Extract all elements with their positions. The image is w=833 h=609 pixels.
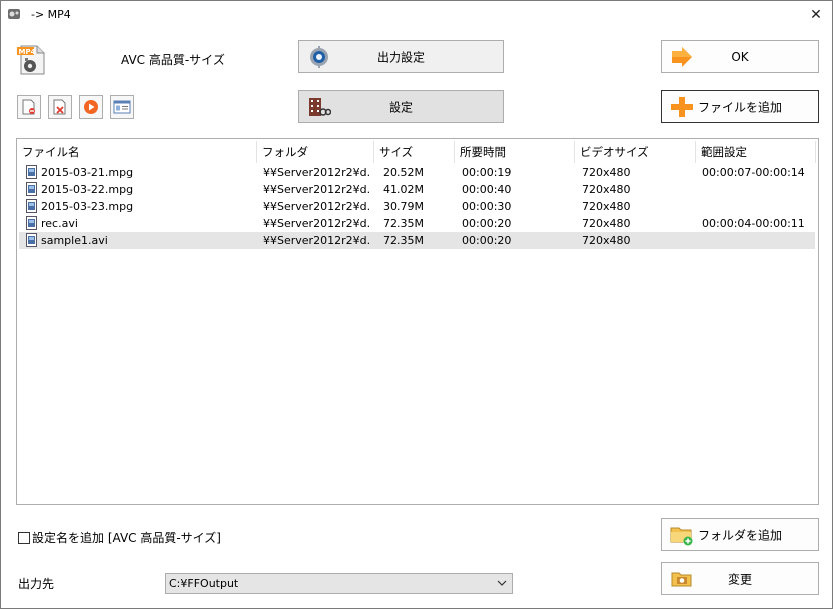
cell-video-size: 720x480 xyxy=(582,217,631,230)
cell-filename: rec.avi xyxy=(41,217,78,230)
cell-duration: 00:00:19 xyxy=(462,166,512,179)
add-folder-button[interactable]: フォルダを追加 xyxy=(661,518,819,551)
column-header-duration[interactable]: 所要時間 xyxy=(455,141,575,163)
column-header-size[interactable]: サイズ xyxy=(374,141,455,163)
cell-size: 30.79M xyxy=(383,200,424,213)
clear-list-icon xyxy=(53,99,66,115)
cell-folder: ¥¥Server2012r2¥d... xyxy=(263,166,371,179)
close-icon: ✕ xyxy=(810,7,822,23)
cell-duration: 00:00:20 xyxy=(462,234,512,247)
remove-item-icon xyxy=(22,99,35,115)
cell-folder: ¥¥Server2012r2¥d... xyxy=(263,200,371,213)
ok-label: OK xyxy=(731,49,749,64)
chevron-down-icon xyxy=(497,580,507,586)
cell-video-size: 720x480 xyxy=(582,183,631,196)
output-settings-label: 出力設定 xyxy=(376,50,425,64)
video-file-icon xyxy=(26,182,37,196)
cell-range: 00:00:07-00:00:14 xyxy=(702,166,805,179)
window-title: -> MP4 xyxy=(31,8,71,21)
cell-duration: 00:00:20 xyxy=(462,217,512,230)
cell-filename: 2015-03-23.mpg xyxy=(41,200,134,213)
output-settings-button[interactable]: 出力設定 xyxy=(298,40,504,73)
add-file-label: ファイルを追加 xyxy=(697,100,782,114)
title-bar: -> MP4 ✕ xyxy=(1,1,832,29)
file-list[interactable]: ファイル名 フォルダ サイズ 所要時間 ビデオサイズ 範囲設定 2015-03-… xyxy=(16,138,819,505)
remove-item-button[interactable] xyxy=(17,95,41,119)
cell-video-size: 720x480 xyxy=(582,166,631,179)
output-path-select[interactable]: C:¥FFOutput xyxy=(165,573,513,594)
cell-folder: ¥¥Server2012r2¥d... xyxy=(263,217,371,230)
change-button[interactable]: 変更 xyxy=(661,562,819,595)
cell-filename: 2015-03-21.mpg xyxy=(41,166,134,179)
change-label: 変更 xyxy=(727,572,752,586)
add-setting-name-checkbox[interactable] xyxy=(18,531,30,544)
clear-list-button[interactable] xyxy=(48,95,72,119)
cell-folder: ¥¥Server2012r2¥d... xyxy=(263,183,371,196)
column-header-filename[interactable]: ファイル名 xyxy=(17,141,257,163)
ok-button[interactable]: OK xyxy=(661,40,819,73)
cell-folder: ¥¥Server2012r2¥d... xyxy=(263,234,371,247)
cell-filename: sample1.avi xyxy=(41,234,108,247)
column-header-video-size[interactable]: ビデオサイズ xyxy=(575,141,696,163)
cell-size: 41.02M xyxy=(383,183,424,196)
cell-duration: 00:00:30 xyxy=(462,200,512,213)
cell-duration: 00:00:40 xyxy=(462,183,512,196)
column-header-range[interactable]: 範囲設定 xyxy=(696,141,816,163)
main-window: -> MP4 ✕ MP4 AVC 高品質-サイズ 出力設定 設定 OK ファイル… xyxy=(0,0,833,609)
cell-size: 72.35M xyxy=(383,217,424,230)
play-button[interactable] xyxy=(79,95,103,119)
table-row[interactable]: rec.avi ¥¥Server2012r2¥d... 72.35M 00:00:20… xyxy=(19,215,815,232)
cell-range: 00:00:04-00:00:11 xyxy=(702,217,805,230)
info-button[interactable] xyxy=(110,95,134,119)
cell-size: 72.35M xyxy=(383,234,424,247)
info-icon xyxy=(113,100,131,114)
video-file-icon xyxy=(26,199,37,213)
list-header: ファイル名 フォルダ サイズ 所要時間 ビデオサイズ 範囲設定 xyxy=(17,141,818,163)
cell-range xyxy=(702,198,815,215)
settings-label: 設定 xyxy=(388,100,413,114)
video-file-icon xyxy=(26,165,37,179)
output-destination-label: 出力先 xyxy=(18,577,55,591)
cell-filename: 2015-03-22.mpg xyxy=(41,183,134,196)
cell-video-size: 720x480 xyxy=(582,234,631,247)
column-header-folder[interactable]: フォルダ xyxy=(257,141,374,163)
cell-range xyxy=(702,181,815,198)
close-button[interactable]: ✕ xyxy=(803,3,829,27)
add-file-button[interactable]: ファイルを追加 xyxy=(661,90,819,123)
play-icon xyxy=(84,100,98,114)
mp4-file-icon: MP4 xyxy=(17,45,45,75)
profile-name: AVC 高品質-サイズ xyxy=(121,53,225,67)
video-file-icon xyxy=(26,216,37,230)
svg-text:MP4: MP4 xyxy=(19,48,36,56)
video-file-icon xyxy=(26,233,37,247)
table-row[interactable]: 2015-03-23.mpg ¥¥Server2012r2¥d... 30.79M 0… xyxy=(19,198,815,215)
cell-size: 20.52M xyxy=(383,166,424,179)
settings-button[interactable]: 設定 xyxy=(298,90,504,123)
add-setting-name-option[interactable]: 設定名を追加 [AVC 高品質-サイズ] xyxy=(18,529,221,546)
cell-range xyxy=(702,232,815,249)
table-row[interactable]: 2015-03-22.mpg ¥¥Server2012r2¥d... 41.02M 0… xyxy=(19,181,815,198)
add-folder-label: フォルダを追加 xyxy=(697,528,782,542)
table-row[interactable]: 2015-03-21.mpg ¥¥Server2012r2¥d... 20.52M 0… xyxy=(19,164,815,181)
output-path-value: C:¥FFOutput xyxy=(169,577,239,590)
app-icon xyxy=(8,9,20,19)
cell-video-size: 720x480 xyxy=(582,200,631,213)
add-setting-name-label: 設定名を追加 [AVC 高品質-サイズ] xyxy=(32,531,221,545)
table-row[interactable]: sample1.avi ¥¥Server2012r2¥d... 72.35M 00:0… xyxy=(19,232,815,249)
